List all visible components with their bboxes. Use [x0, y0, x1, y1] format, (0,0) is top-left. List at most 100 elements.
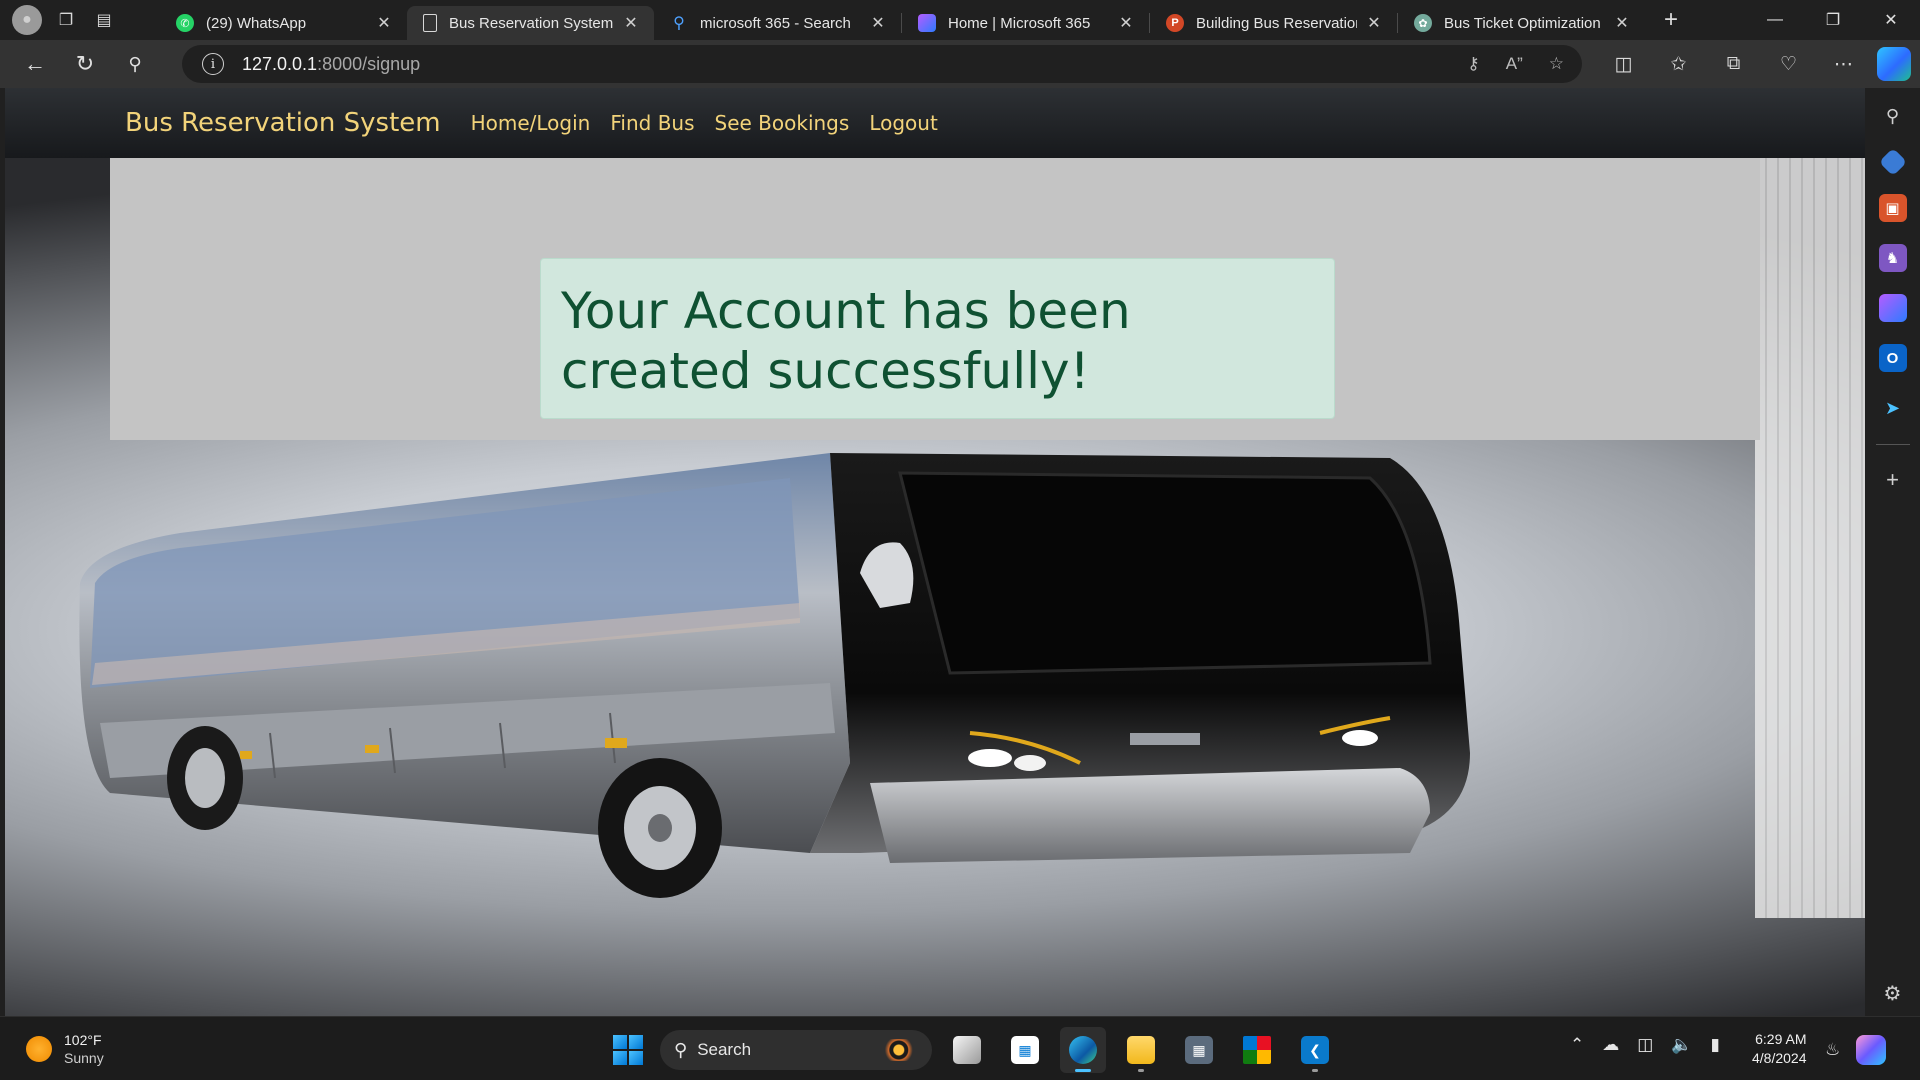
chevron-up-icon[interactable]: ⌃: [1570, 1035, 1584, 1055]
calculator-icon[interactable]: ▦: [1176, 1027, 1222, 1073]
nav-logout[interactable]: Logout: [869, 111, 937, 135]
tab-m365-home[interactable]: Home | Microsoft 365 ✕: [902, 6, 1149, 40]
site-navbar: Bus Reservation System Home/Login Find B…: [5, 88, 1865, 158]
favorite-star-icon[interactable]: ☆: [1549, 54, 1564, 74]
collections-icon[interactable]: ⧉: [1706, 44, 1761, 84]
tab-title: (29) WhatsApp: [206, 14, 307, 32]
tab-whatsapp[interactable]: ✆ (29) WhatsApp ✕: [160, 6, 407, 40]
workspaces-icon[interactable]: ❐: [52, 6, 80, 34]
battery-icon[interactable]: ▮: [1710, 1035, 1719, 1055]
whatsapp-icon: ✆: [176, 14, 194, 32]
page-icon: [423, 14, 437, 32]
sun-icon: [26, 1036, 52, 1062]
address-bar-actions: ⚷ A” ☆: [1467, 54, 1564, 74]
nav-links: Home/Login Find Bus See Bookings Logout: [471, 111, 938, 135]
m365-icon: [918, 14, 936, 32]
tab-title: microsoft 365 - Search: [700, 14, 851, 32]
favorites-icon[interactable]: ✩: [1651, 44, 1706, 84]
browser-tab-strip: ● ❐ ▤ ✆ (29) WhatsApp ✕ Bus Reservation …: [0, 0, 1920, 40]
nav-see-bookings[interactable]: See Bookings: [715, 111, 850, 135]
more-options-icon[interactable]: ⋯: [1816, 44, 1871, 84]
refresh-icon[interactable]: ↻: [60, 44, 110, 84]
taskbar-apps: ⚲ Search ▦ ▦ ❮: [608, 1027, 1338, 1073]
shopping-tag-icon[interactable]: [1878, 147, 1907, 177]
weather-text: 102°F Sunny: [64, 1031, 104, 1067]
password-key-icon[interactable]: ⚷: [1467, 54, 1479, 74]
new-tab-button[interactable]: +: [1653, 3, 1689, 37]
taskbar-clock[interactable]: 6:29 AM 4/8/2024: [1752, 1030, 1807, 1068]
search-icon: ⚲: [673, 15, 685, 32]
notification-bell-icon[interactable]: ♨: [1825, 1040, 1840, 1060]
vscode-icon[interactable]: ❮: [1292, 1027, 1338, 1073]
split-screen-icon[interactable]: ◫: [1596, 44, 1651, 84]
close-tab-icon[interactable]: ✕: [1117, 13, 1135, 33]
close-tab-icon[interactable]: ✕: [869, 13, 887, 33]
vertical-tabs-icon[interactable]: ▤: [90, 6, 118, 34]
browser-essentials-icon[interactable]: ♡: [1761, 44, 1816, 84]
color-app-icon[interactable]: [1234, 1027, 1280, 1073]
copilot-icon[interactable]: [1877, 47, 1911, 81]
taskbar-search[interactable]: ⚲ Search: [660, 1030, 932, 1070]
nav-home-login[interactable]: Home/Login: [471, 111, 591, 135]
taskbar-search-label: Search: [697, 1040, 752, 1059]
nav-find-bus[interactable]: Find Bus: [610, 111, 694, 135]
windows-start-icon[interactable]: [608, 1030, 648, 1070]
settings-gear-icon[interactable]: ⚙: [1884, 981, 1902, 1006]
powerpoint-icon: P: [1166, 14, 1184, 32]
tools-icon[interactable]: ▣: [1878, 194, 1907, 222]
close-tab-icon[interactable]: ✕: [1613, 13, 1631, 33]
windows-taskbar: 102°F Sunny ⚲ Search ▦ ▦ ❮ ⌃ ☁ ◫ 🔈 ▮ 6:2…: [0, 1016, 1920, 1080]
address-bar[interactable]: i 127.0.0.1:8000/signup ⚷ A” ☆: [182, 45, 1582, 83]
close-tab-icon[interactable]: ✕: [622, 13, 640, 33]
copilot-taskbar-icon[interactable]: [1856, 1035, 1887, 1065]
read-aloud-icon[interactable]: A”: [1506, 54, 1523, 74]
message-panel: Your Account has been created successful…: [110, 158, 1760, 440]
outlook-icon[interactable]: O: [1878, 344, 1907, 372]
site-info-icon[interactable]: i: [202, 53, 224, 75]
sidebar-divider: [1875, 444, 1910, 445]
tab-title: Building Bus Reservation: [1196, 14, 1357, 32]
success-alert: Your Account has been created successful…: [540, 258, 1335, 419]
browser-toolbar: ← ↻ ⚲ i 127.0.0.1:8000/signup ⚷ A” ☆ ◫ ✩…: [0, 40, 1920, 88]
weather-widget[interactable]: 102°F Sunny: [26, 1031, 104, 1067]
tab-powerpoint[interactable]: P Building Bus Reservation ✕: [1150, 6, 1397, 40]
close-tab-icon[interactable]: ✕: [375, 13, 393, 33]
bus-image: [79, 453, 1470, 898]
weather-condition: Sunny: [64, 1050, 104, 1066]
m365-icon[interactable]: [1878, 294, 1907, 322]
volume-icon[interactable]: 🔈: [1671, 1035, 1692, 1055]
restore-icon[interactable]: ❐: [1804, 0, 1862, 40]
chatgpt-icon: ✿: [1414, 14, 1432, 32]
file-explorer-icon[interactable]: [1118, 1027, 1164, 1073]
search-icon[interactable]: ⚲: [1879, 102, 1907, 130]
building-background: [1755, 158, 1865, 918]
onedrive-cloud-icon[interactable]: ☁: [1602, 1035, 1619, 1055]
send-icon[interactable]: ➤: [1879, 394, 1907, 422]
edge-sidebar: ⚲ ▣ ♞ O ➤ + ⚙: [1865, 88, 1920, 1016]
profile-avatar[interactable]: ●: [12, 5, 42, 35]
tab-m365-search[interactable]: ⚲ microsoft 365 - Search ✕: [654, 6, 901, 40]
edge-browser-icon[interactable]: [1060, 1027, 1106, 1073]
task-view-icon[interactable]: [944, 1027, 990, 1073]
brand-link[interactable]: Bus Reservation System: [125, 108, 441, 138]
search-highlight-icon: [870, 1039, 918, 1061]
search-icon[interactable]: ⚲: [110, 44, 160, 84]
weather-temp: 102°F: [64, 1032, 102, 1048]
close-window-icon[interactable]: ✕: [1862, 0, 1920, 40]
system-tray: ⌃ ☁ ◫ 🔈 ▮: [1570, 1035, 1720, 1055]
microsoft-store-icon[interactable]: ▦: [1002, 1027, 1048, 1073]
window-controls: — ❐ ✕: [1746, 0, 1920, 40]
tab-bus-reservation[interactable]: Bus Reservation System in ✕: [407, 6, 654, 40]
search-icon: ⚲: [674, 1039, 688, 1060]
network-icon[interactable]: ◫: [1637, 1035, 1653, 1055]
games-icon[interactable]: ♞: [1878, 244, 1907, 272]
add-sidebar-app-icon[interactable]: +: [1886, 467, 1899, 493]
tab-chatgpt[interactable]: ✿ Bus Ticket Optimization S ✕: [1398, 6, 1645, 40]
back-arrow-icon[interactable]: ←: [10, 44, 60, 84]
clock-date: 4/8/2024: [1752, 1050, 1807, 1066]
close-tab-icon[interactable]: ✕: [1365, 13, 1383, 33]
toolbar-actions: ◫ ✩ ⧉ ♡ ⋯: [1596, 44, 1871, 84]
tab-title: Home | Microsoft 365: [948, 14, 1091, 32]
tab-title: Bus Reservation System in: [449, 14, 614, 32]
minimize-icon[interactable]: —: [1746, 0, 1804, 40]
